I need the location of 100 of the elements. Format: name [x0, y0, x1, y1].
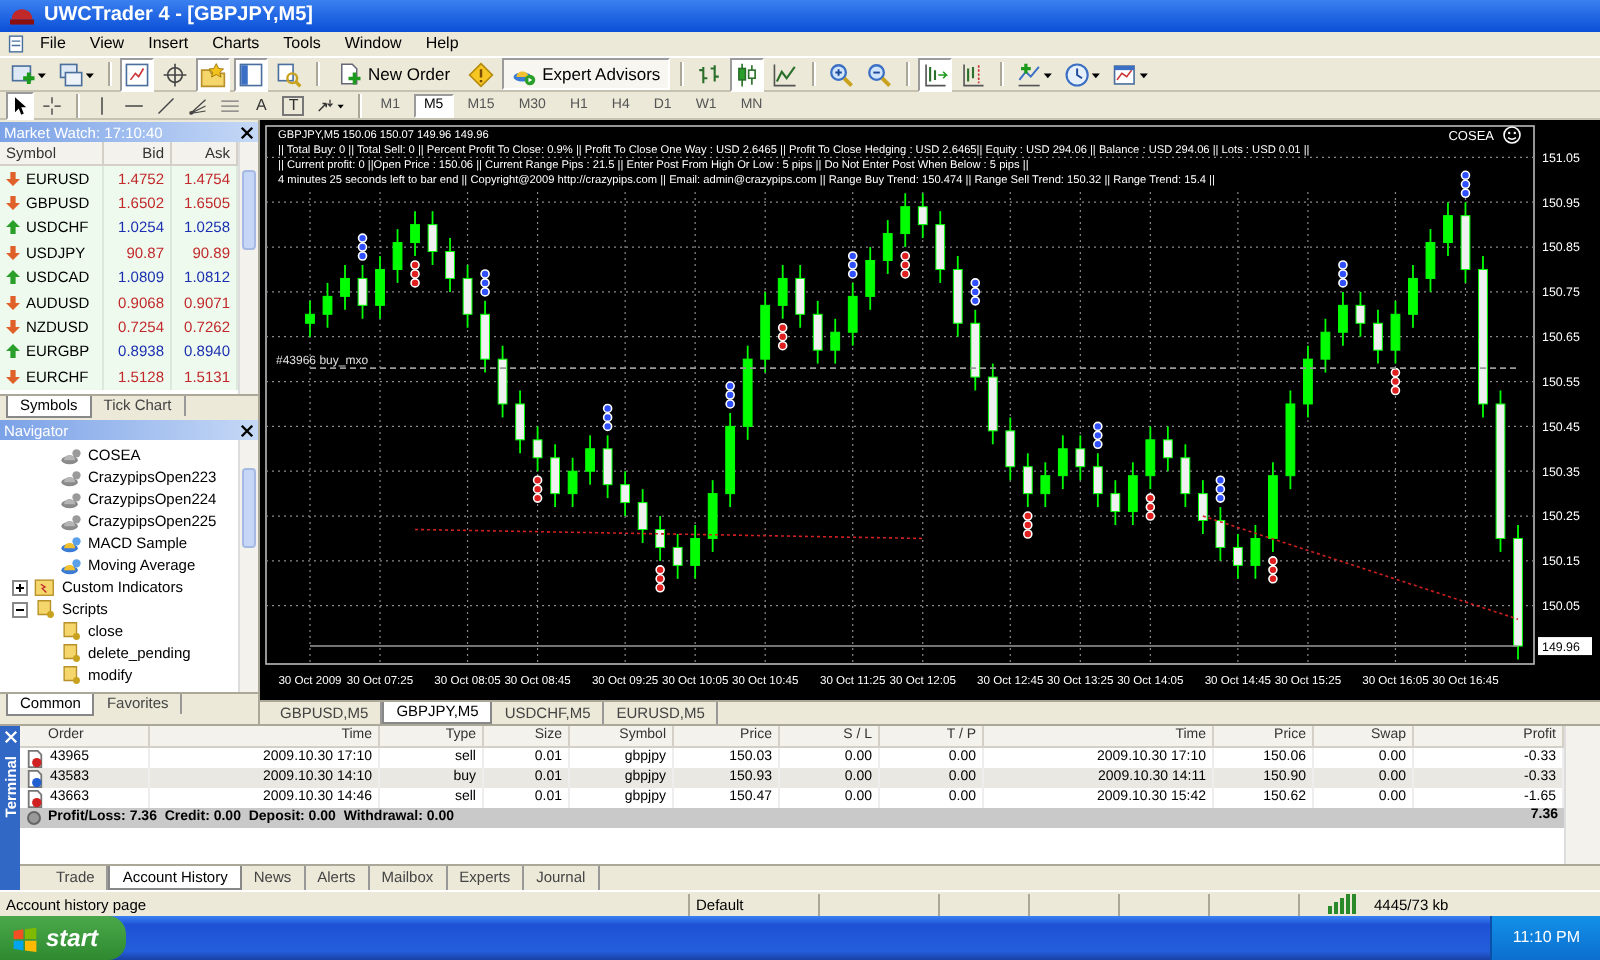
candle: [375, 255, 385, 320]
start-button[interactable]: start: [0, 916, 127, 960]
scrollbar[interactable]: [238, 440, 258, 692]
menu-item[interactable]: Help: [415, 34, 469, 54]
text-label-tool-button[interactable]: T: [282, 95, 305, 115]
hat-icon: [60, 555, 82, 575]
candle: [1390, 299, 1401, 365]
close-icon[interactable]: [240, 423, 254, 437]
candle: [1162, 425, 1173, 473]
candle: [1355, 291, 1366, 338]
candle: [357, 264, 368, 320]
candle: [1513, 524, 1523, 661]
candle: [882, 219, 893, 275]
candle: [952, 255, 963, 338]
collapse-icon[interactable]: [12, 601, 28, 617]
candle: [742, 344, 753, 441]
candle: [1303, 344, 1313, 419]
candle: [515, 389, 525, 455]
menu-item[interactable]: File: [30, 34, 76, 54]
candle: [987, 362, 998, 446]
scroll-icon: [34, 598, 56, 620]
candle: [655, 515, 666, 562]
scroll-icon: [60, 620, 82, 642]
candle: [1005, 416, 1016, 482]
candle: [1127, 461, 1138, 526]
candle: [1215, 506, 1226, 562]
candle: [1197, 479, 1208, 535]
candle: [812, 299, 823, 365]
buy-order-icon: [26, 769, 44, 787]
menu-item[interactable]: Window: [334, 34, 412, 54]
expand-icon[interactable]: [12, 579, 28, 595]
diamond-icon[interactable]: [464, 57, 499, 91]
hat-icon: [60, 511, 82, 531]
candle: [620, 470, 631, 517]
candle: [935, 210, 946, 284]
window-chart-icon[interactable]: [120, 57, 154, 91]
candle: [690, 524, 701, 580]
candle: [1338, 291, 1348, 347]
candle: [865, 246, 876, 311]
window-title: UWCTrader 4 - [GBPJPY,M5]: [44, 4, 313, 28]
scroll-icon: [60, 664, 82, 686]
candle: [1057, 434, 1068, 491]
candle: [602, 434, 613, 499]
candle: [392, 228, 403, 284]
candle: [585, 434, 595, 486]
clock-icon[interactable]: [1060, 57, 1105, 91]
candle: [1268, 461, 1278, 553]
sell-order-icon: [26, 789, 44, 807]
candle: [1408, 264, 1418, 329]
menu-item[interactable]: View: [79, 34, 135, 54]
candle: [1460, 201, 1471, 284]
candle: [1373, 308, 1383, 365]
candle: [1075, 434, 1086, 482]
candle: [480, 299, 490, 374]
menu-item[interactable]: Insert: [138, 34, 199, 54]
hat-icon: [60, 467, 82, 487]
windows-logo-icon: [12, 925, 38, 951]
candle: [340, 264, 350, 311]
scroll-icon: [60, 642, 82, 664]
candle: [1425, 228, 1436, 293]
candle: [462, 264, 473, 329]
menu-item[interactable]: Charts: [202, 34, 270, 54]
candle: [497, 344, 508, 419]
candle: [1180, 443, 1191, 508]
candle: [847, 282, 858, 347]
smiley-icon: [1503, 126, 1521, 144]
close-icon[interactable]: [240, 125, 254, 139]
cursor-icon[interactable]: [6, 91, 34, 119]
candle: [637, 488, 648, 544]
panel-icon[interactable]: [234, 57, 268, 91]
text-tool-button[interactable]: A: [248, 93, 275, 117]
hat-icon: [60, 445, 82, 465]
candle: [917, 192, 928, 239]
hat-icon: [60, 533, 82, 553]
candle: [427, 210, 438, 266]
candle: [725, 412, 736, 508]
sell-order-icon: [26, 749, 44, 767]
candle: [1145, 425, 1156, 491]
candle: [567, 456, 578, 508]
expert-advisors-button[interactable]: Expert Advisors: [502, 58, 671, 90]
candlestick-icon[interactable]: [730, 57, 765, 91]
candle: [1092, 452, 1103, 508]
candle: [970, 308, 981, 392]
scrollbar[interactable]: [1564, 726, 1600, 864]
new-order-button[interactable]: New Order: [328, 58, 461, 90]
candle: [900, 192, 911, 248]
candle: [1233, 533, 1243, 580]
candle: [672, 533, 683, 580]
candle: [550, 443, 560, 508]
scrollbar[interactable]: [238, 142, 258, 394]
circle-icon: [26, 810, 42, 826]
candle: [777, 264, 788, 320]
candle: [1285, 389, 1296, 491]
app-icon: [8, 4, 36, 28]
candle: [1320, 317, 1331, 374]
menu-item[interactable]: Tools: [273, 34, 331, 54]
candle: [1040, 461, 1051, 508]
candle: [532, 425, 543, 473]
document-plus-icon[interactable]: [338, 62, 362, 86]
hat-icon: [60, 489, 82, 509]
